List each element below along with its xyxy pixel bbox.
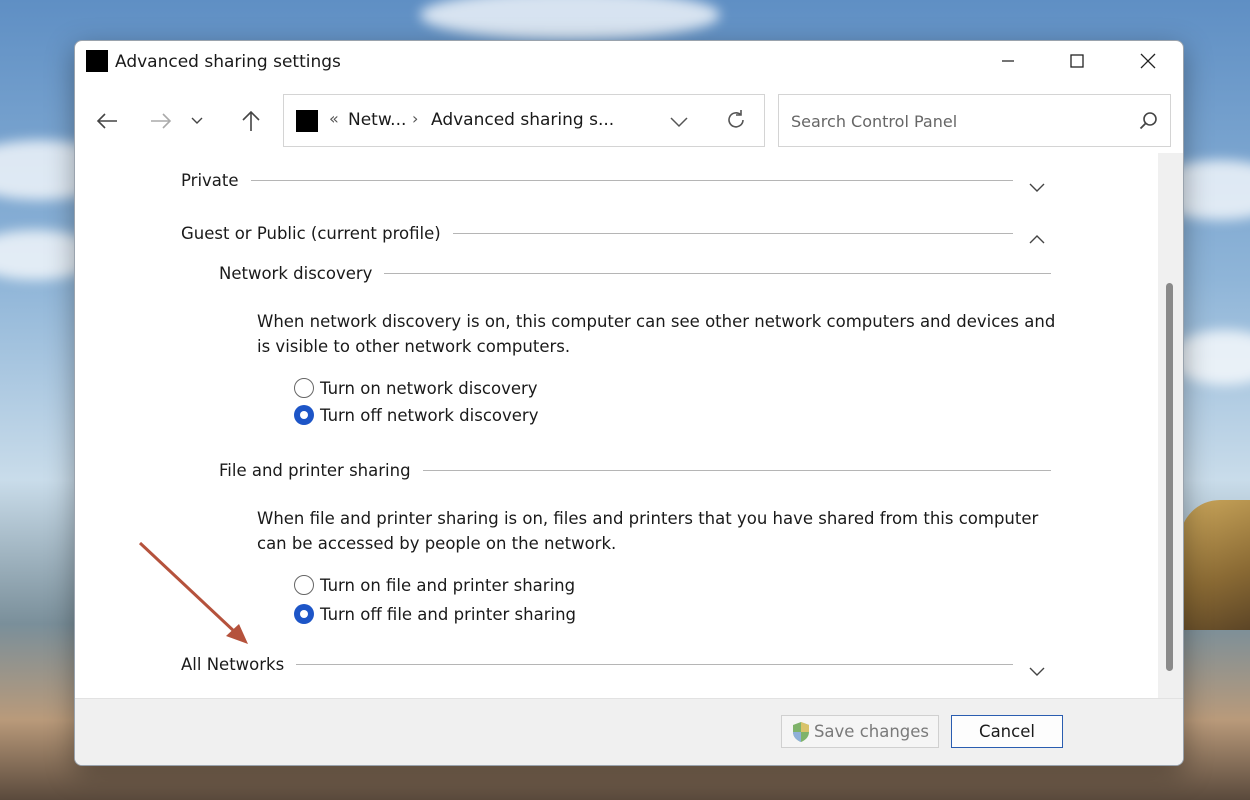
annotation-arrow	[138, 541, 248, 644]
